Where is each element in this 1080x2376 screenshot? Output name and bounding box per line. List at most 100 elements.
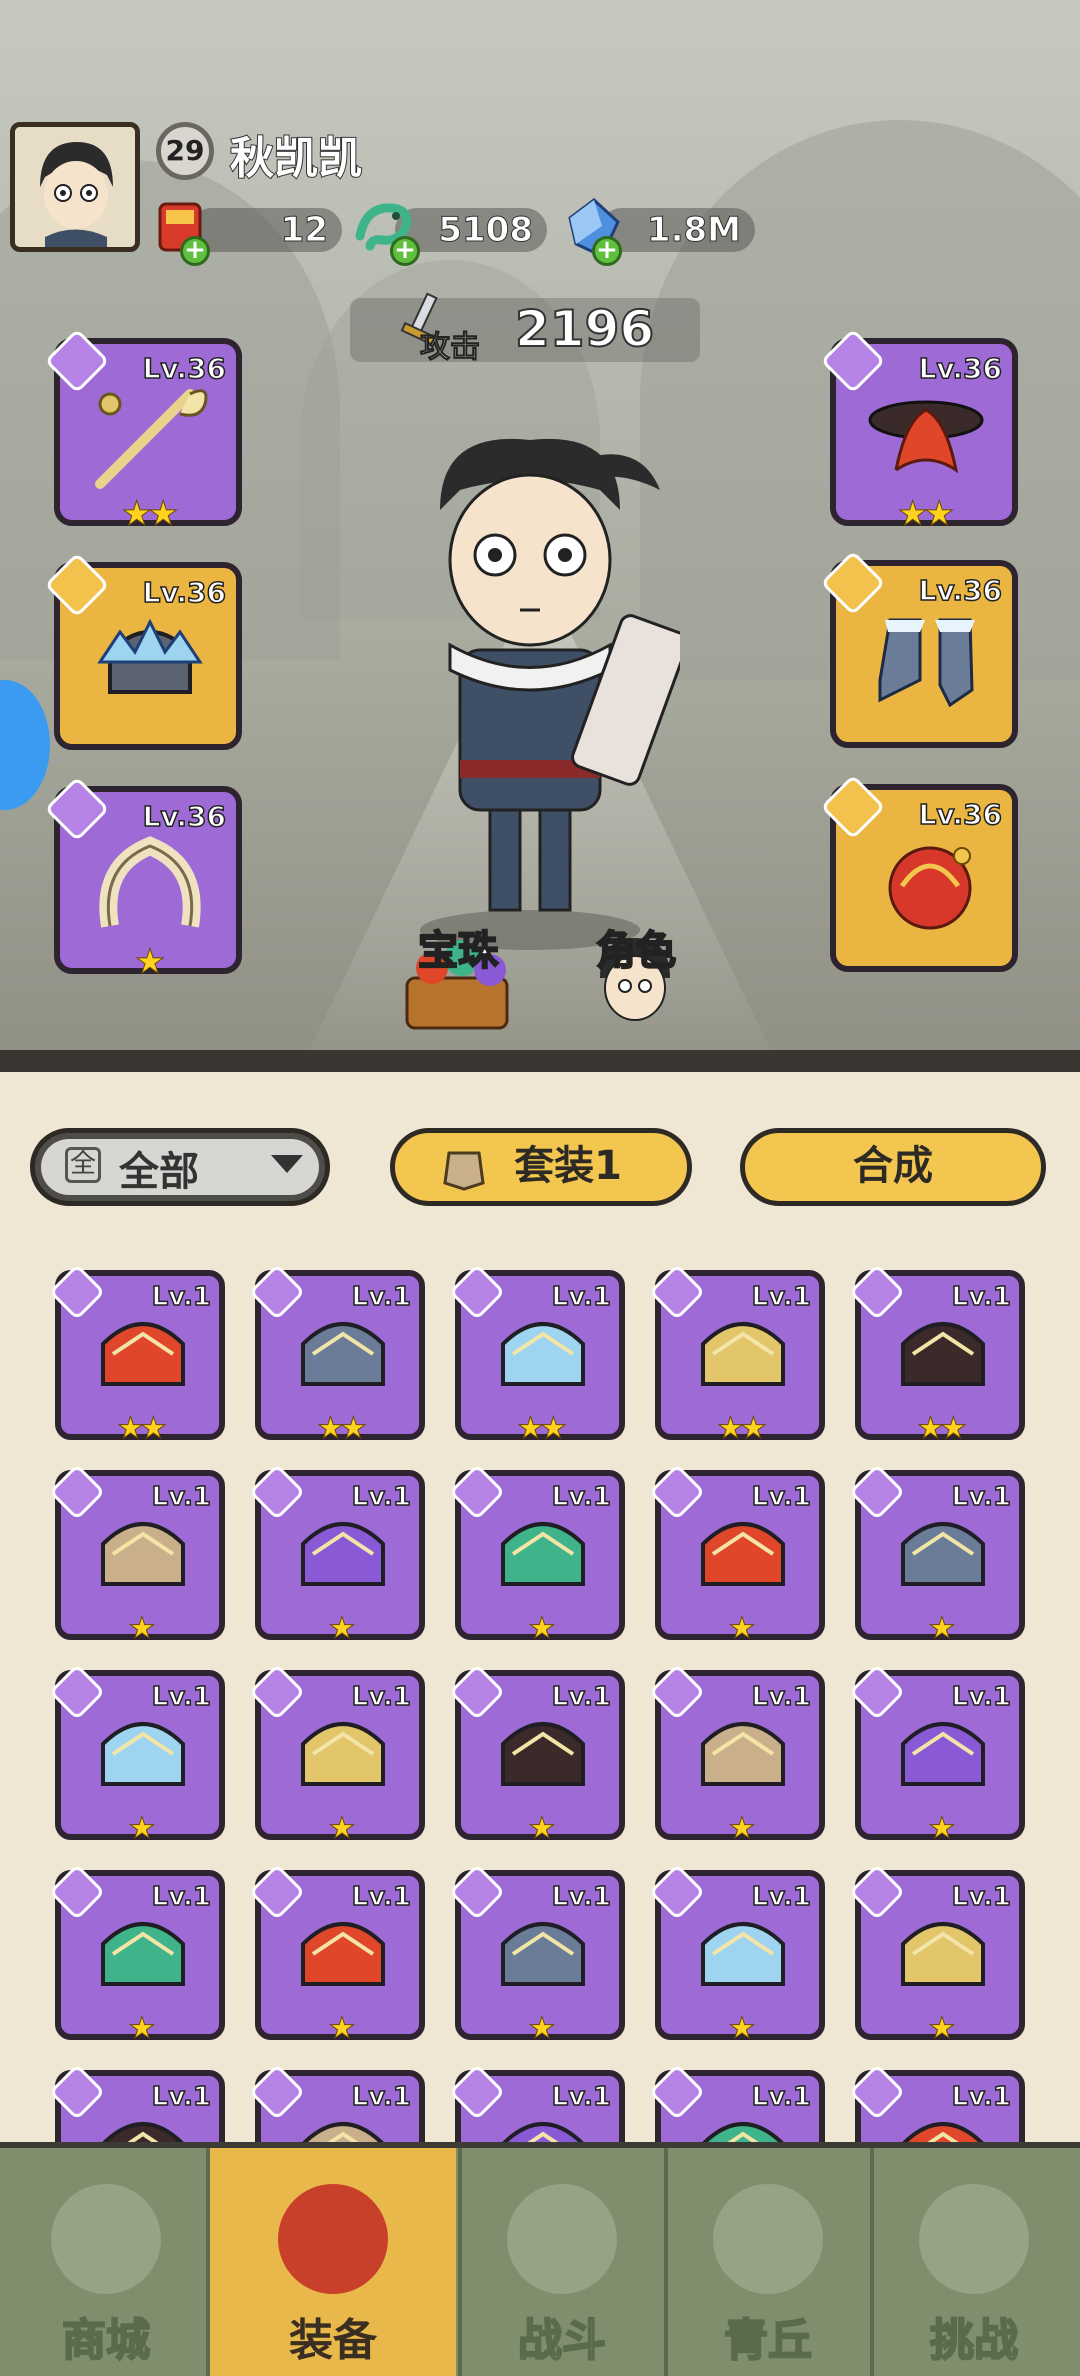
- nav-tab-0[interactable]: 商城: [6, 2148, 206, 2376]
- inventory-item[interactable]: Lv.1 ★★: [248, 1263, 425, 1447]
- nav-separator: [870, 2148, 874, 2376]
- inventory-item[interactable]: Lv.1 ★: [848, 1463, 1025, 1647]
- equipment-icon: [301, 1722, 385, 1786]
- equip-slot-boots[interactable]: Lv.36: [820, 550, 1018, 748]
- star-rating: ★: [528, 2011, 556, 2047]
- nav-tab-4[interactable]: 挑战: [874, 2148, 1074, 2376]
- add-crystal-button[interactable]: +: [592, 236, 622, 266]
- nav-separator: [664, 2148, 668, 2376]
- star-rating: ★★: [917, 1411, 968, 1447]
- star-rating: ★: [528, 1811, 556, 1847]
- equipment-icon: [101, 1322, 185, 1386]
- nav-tab-2[interactable]: 战斗: [462, 2148, 662, 2376]
- star-rating: ★★: [317, 1411, 368, 1447]
- equipment-set-button[interactable]: 套装1: [390, 1128, 692, 1206]
- add-jade-button[interactable]: +: [390, 236, 420, 266]
- mountain-icon: [713, 2184, 823, 2294]
- equip-slot-necklace[interactable]: Lv.36 ★: [44, 776, 242, 983]
- inventory-item[interactable]: Lv.1 ★★: [648, 1263, 825, 1447]
- inventory-item[interactable]: Lv.1 ★: [248, 1863, 425, 2047]
- inventory-item[interactable]: Lv.1 ★: [48, 1463, 225, 1647]
- synthesize-button[interactable]: 合成: [740, 1128, 1046, 1206]
- inventory-item[interactable]: Lv.1 ★: [648, 1463, 825, 1647]
- inventory-item[interactable]: Lv.1 ★: [48, 1663, 225, 1847]
- inventory-item[interactable]: Lv.1 ★: [48, 1863, 225, 2047]
- equip-slot-weapon[interactable]: Lv.36 ★★: [44, 328, 242, 535]
- equipment-icon: [901, 1722, 985, 1786]
- star-rating: ★★: [717, 1411, 768, 1447]
- inventory-item[interactable]: Lv.1 ★★: [848, 1263, 1025, 1447]
- challenge-orb-icon: [919, 2184, 1029, 2294]
- nav-label: 挑战: [929, 2314, 1019, 2367]
- nav-label: 商城: [61, 2314, 151, 2367]
- star-rating: ★: [928, 1811, 956, 1847]
- player-level-badge: 29: [156, 122, 214, 180]
- inventory-item[interactable]: Lv.1 ★★: [48, 1263, 225, 1447]
- ice-boots-icon: [878, 618, 975, 708]
- currency-value: 12: [280, 210, 328, 251]
- category-filter-dropdown[interactable]: 全 全部: [30, 1128, 330, 1206]
- nav-tab-3[interactable]: 青丘: [668, 2148, 868, 2376]
- inventory-item[interactable]: Lv.1 ★: [648, 1663, 825, 1847]
- star-rating: ★: [928, 2011, 956, 2047]
- chevron-down-icon: [271, 1155, 303, 1173]
- equipment-icon: [501, 1922, 585, 1986]
- inventory-item[interactable]: Lv.1: [448, 2063, 625, 2142]
- add-red-envelope-button[interactable]: +: [180, 236, 210, 266]
- inventory-item[interactable]: Lv.1: [48, 2063, 225, 2142]
- gems-button[interactable]: 宝珠: [417, 918, 499, 976]
- star-rating: ★★: [517, 1411, 568, 1447]
- equipment-icon: [902, 2122, 984, 2142]
- star-rating: ★: [728, 1611, 756, 1647]
- equipment-icon: [101, 1522, 185, 1586]
- nav-label: 战斗: [517, 2314, 607, 2367]
- inventory-item[interactable]: Lv.1: [848, 2063, 1025, 2142]
- inventory-item[interactable]: Lv.1: [248, 2063, 425, 2142]
- filter-label: 全部: [119, 1149, 199, 1195]
- equipment-icon: [101, 1722, 185, 1786]
- equip-slot-orb[interactable]: Lv.36: [820, 774, 1018, 972]
- star-rating: ★: [528, 1611, 556, 1647]
- equipment-icon: [702, 2122, 784, 2142]
- player-avatar[interactable]: [10, 122, 140, 252]
- inventory-item[interactable]: Lv.1 ★: [848, 1663, 1025, 1847]
- side-float-button[interactable]: [0, 680, 50, 810]
- role-button[interactable]: 角色: [595, 918, 677, 976]
- inventory-item[interactable]: Lv.1 ★: [448, 1663, 625, 1847]
- star-rating: ★: [134, 942, 165, 983]
- inventory-item[interactable]: Lv.1 ★: [648, 1863, 825, 2047]
- crossed-swords-icon: [507, 2184, 617, 2294]
- equip-slot-helmet[interactable]: Lv.36: [44, 552, 242, 750]
- equipment-icon: [901, 1922, 985, 1986]
- inventory-item[interactable]: Lv.1 ★: [448, 1863, 625, 2047]
- equipment-icon: [301, 1922, 385, 1986]
- equipment-icon: [701, 1522, 785, 1586]
- lotus-belt-icon: [868, 400, 984, 474]
- attack-value: 2196: [514, 299, 655, 359]
- golden-staff-icon: [95, 389, 208, 489]
- star-rating: ★★: [117, 1411, 168, 1447]
- equip-slot-belt[interactable]: Lv.36 ★★: [820, 328, 1018, 535]
- equipment-icon: [901, 1522, 985, 1586]
- star-rating: ★: [328, 1811, 356, 1847]
- inventory-item[interactable]: Lv.1 ★★: [448, 1263, 625, 1447]
- scene-divider: [0, 1050, 1080, 1072]
- hero-character: [420, 438, 680, 950]
- inventory-item[interactable]: Lv.1 ★: [248, 1463, 425, 1647]
- nav-tab-1[interactable]: 装备: [210, 2148, 456, 2376]
- inventory-item[interactable]: Lv.1 ★: [848, 1863, 1025, 2047]
- star-rating: ★: [728, 2011, 756, 2047]
- equipment-icon: [301, 1322, 385, 1386]
- nav-label: 装备: [289, 2315, 377, 2366]
- flame-orb-icon: [888, 846, 972, 930]
- star-rating: ★: [128, 2011, 156, 2047]
- star-rating: ★: [728, 1811, 756, 1847]
- star-rating: ★: [128, 1611, 156, 1647]
- inventory-item[interactable]: Lv.1 ★: [448, 1463, 625, 1647]
- equipment-icon: [901, 1322, 985, 1386]
- equipment-icon: [501, 1522, 585, 1586]
- inventory-item[interactable]: Lv.1 ★: [248, 1663, 425, 1847]
- equipment-icon: [101, 1922, 185, 1986]
- inventory-item[interactable]: Lv.1: [648, 2063, 825, 2142]
- inventory-grid[interactable]: Lv.1 ★★ Lv.1 ★★ Lv.1 ★★ Lv.1 ★★ Lv.1 ★★ Lv.1 ★ Lv.1 ★…: [0, 1240, 1080, 2142]
